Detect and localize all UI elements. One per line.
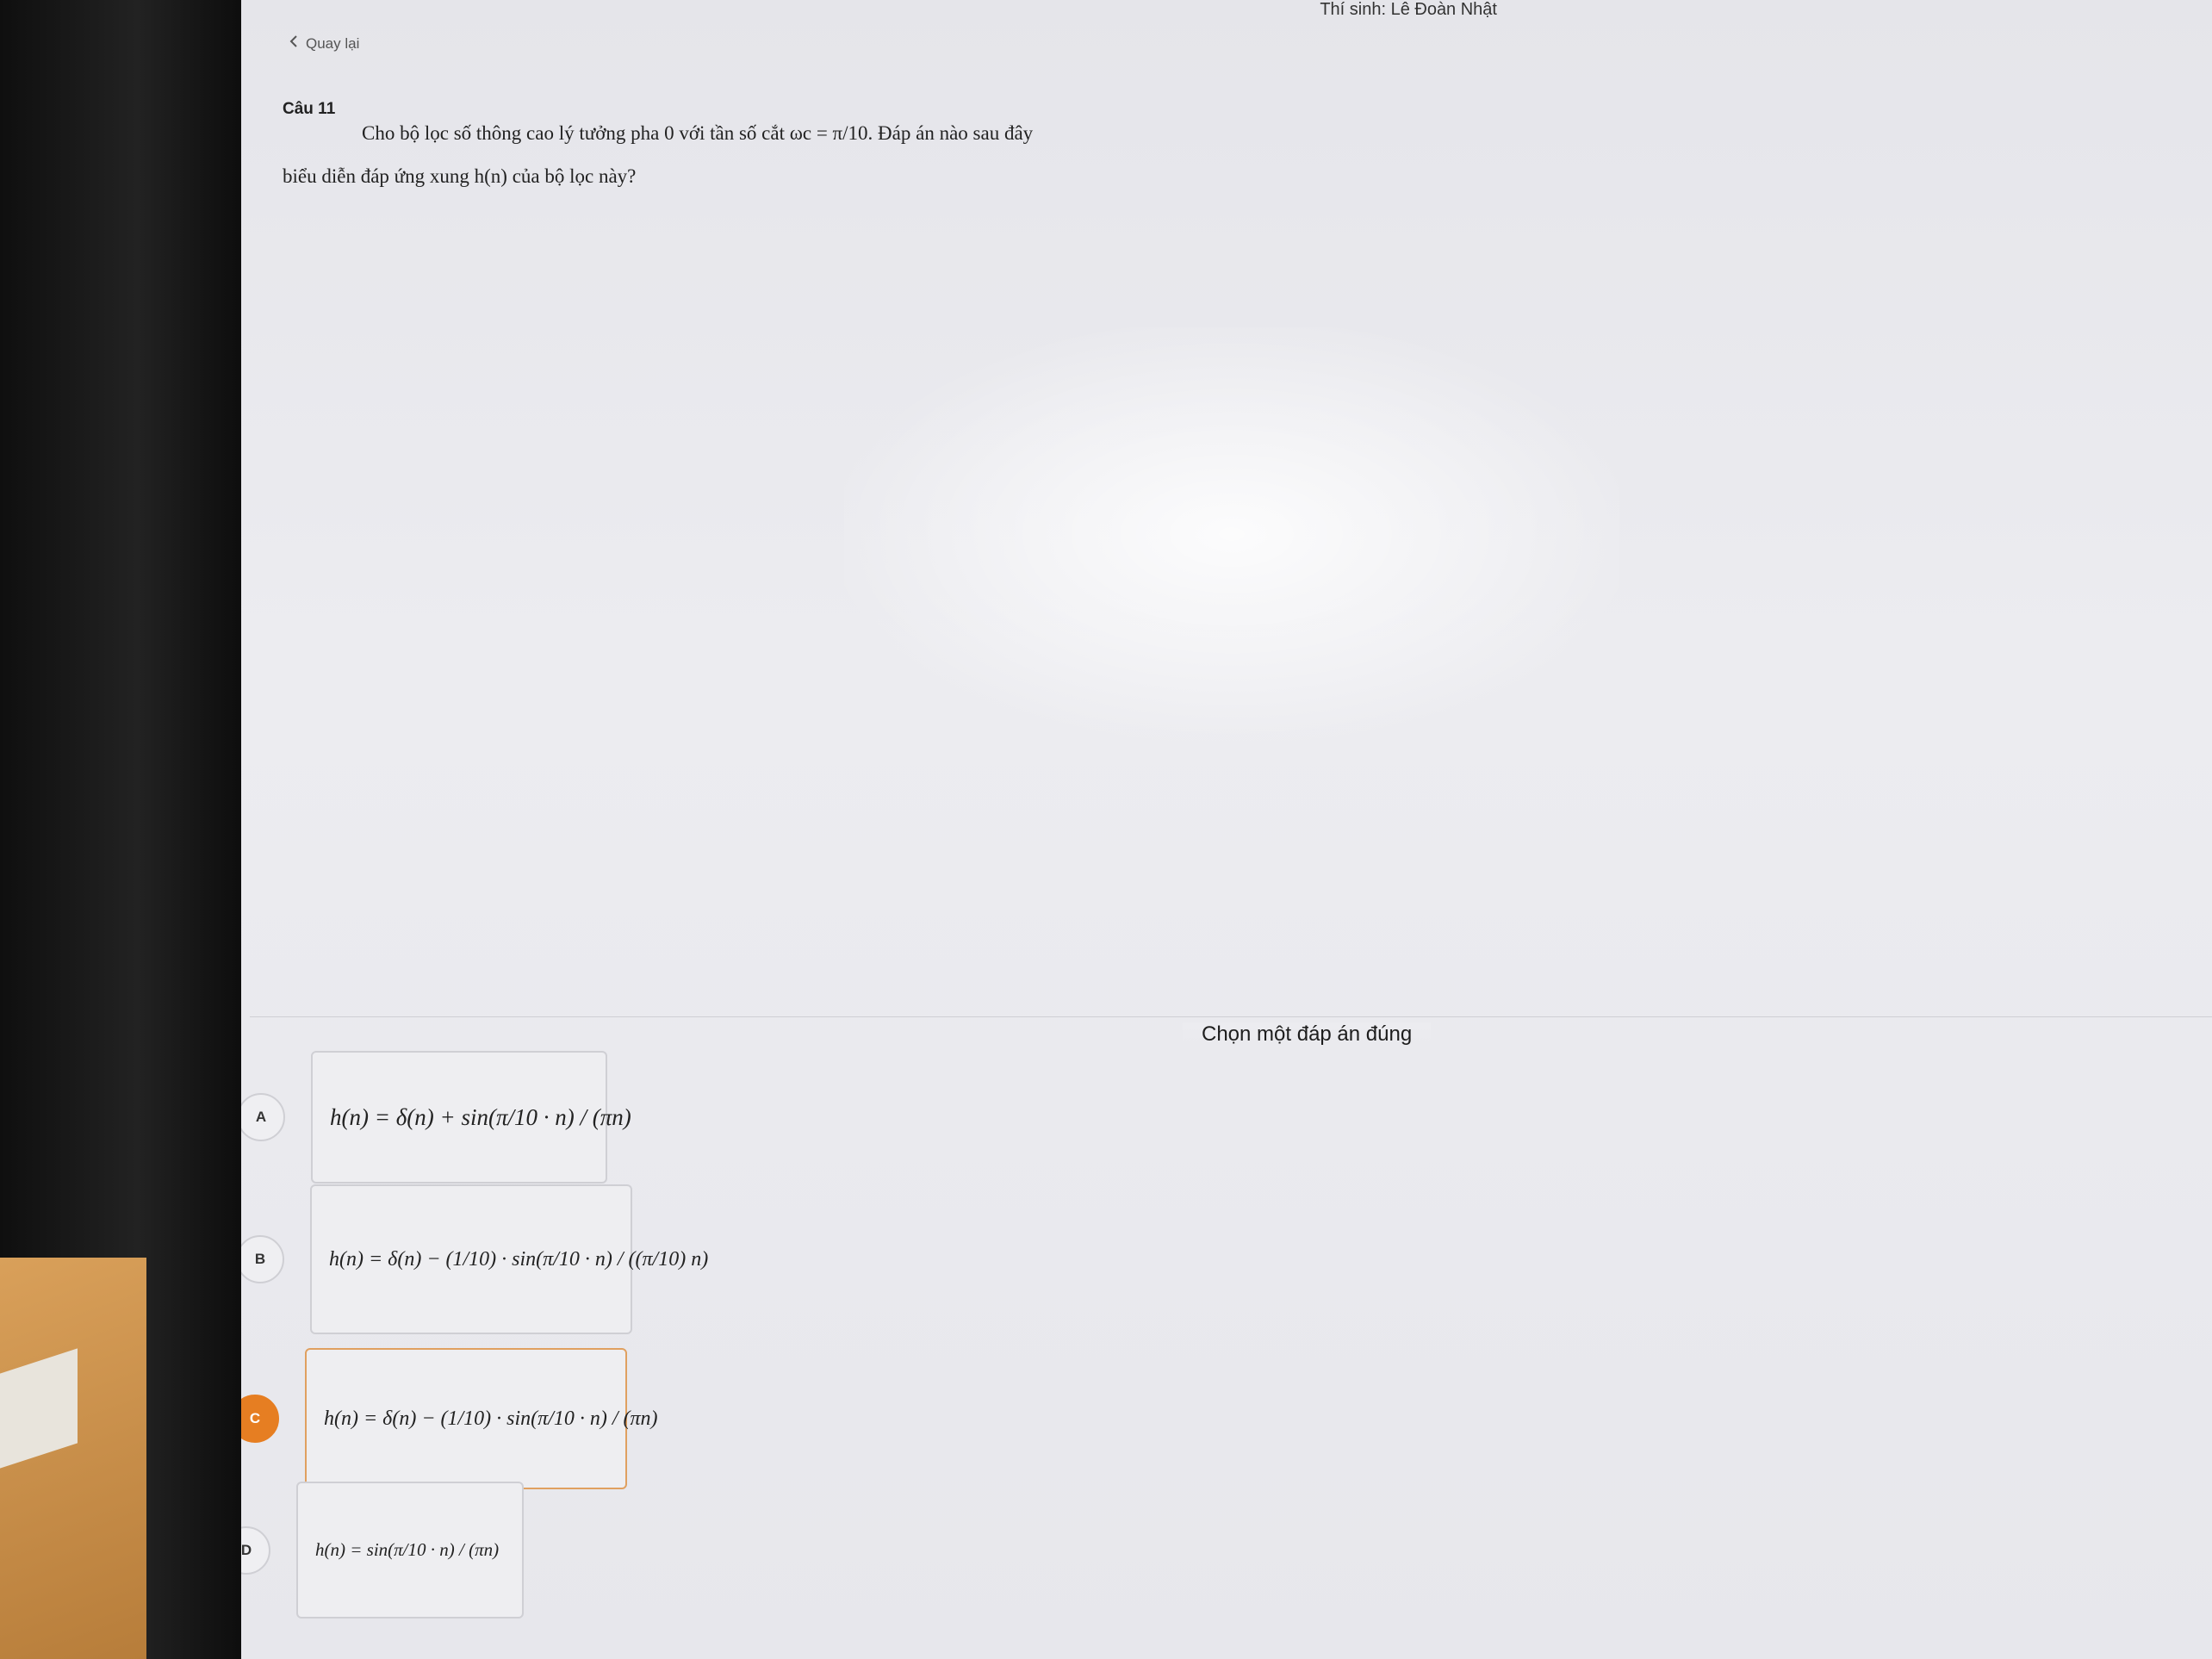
option-card-d[interactable]: h(n) = sin(π/10 · n) / (πn) (296, 1482, 524, 1619)
option-c[interactable]: C h(n) = δ(n) − (1/10) · sin(π/10 · n) /… (241, 1348, 658, 1489)
option-letter-b[interactable]: B (241, 1235, 284, 1283)
option-card-a[interactable]: h(n) = δ(n) + sin(π/10 · n) / (πn) (311, 1051, 631, 1184)
quiz-screen: Thí sinh: Lê Đoàn Nhật Quay lại Câu 11 C… (241, 0, 2212, 1659)
candidate-name: Thí sinh: Lê Đoàn Nhật (1320, 0, 1497, 19)
divider (250, 1016, 2212, 1017)
formula-a: h(n) = δ(n) + sin(π/10 · n) / (πn) (330, 1103, 631, 1130)
back-label: Quay lại (306, 34, 360, 52)
option-card-b[interactable]: h(n) = δ(n) − (1/10) · sin(π/10 · n) / (… (310, 1184, 708, 1334)
formula-b: h(n) = δ(n) − (1/10) · sin(π/10 · n) / (… (329, 1247, 709, 1271)
option-letter-a[interactable]: A (241, 1093, 285, 1141)
option-letter-c[interactable]: C (241, 1395, 279, 1443)
back-link[interactable]: Quay lại (289, 34, 359, 53)
formula-d: h(n) = sin(π/10 · n) / (πn) (315, 1539, 500, 1560)
question-line-1: Cho bộ lọc số thông cao lý tưởng pha 0 v… (362, 122, 1034, 144)
formula-c: h(n) = δ(n) − (1/10) · sin(π/10 · n) / (… (324, 1407, 658, 1430)
chevron-left-icon (289, 34, 299, 53)
option-d[interactable]: D h(n) = sin(π/10 · n) / (πn) (241, 1482, 524, 1619)
screen-glare (844, 327, 1619, 741)
question-text: Cho bộ lọc số thông cao lý tưởng pha 0 v… (283, 112, 1230, 198)
instruction-text: Chọn một đáp án đúng (1183, 1022, 1432, 1047)
option-letter-d[interactable]: D (241, 1525, 270, 1575)
option-card-c[interactable]: h(n) = δ(n) − (1/10) · sin(π/10 · n) / (… (305, 1348, 658, 1489)
option-a[interactable]: A h(n) = δ(n) + sin(π/10 · n) / (πn) (241, 1051, 631, 1184)
question-line-2: biểu diễn đáp ứng xung h(n) của bộ lọc n… (283, 165, 637, 187)
option-b[interactable]: B h(n) = δ(n) − (1/10) · sin(π/10 · n) /… (241, 1184, 708, 1334)
